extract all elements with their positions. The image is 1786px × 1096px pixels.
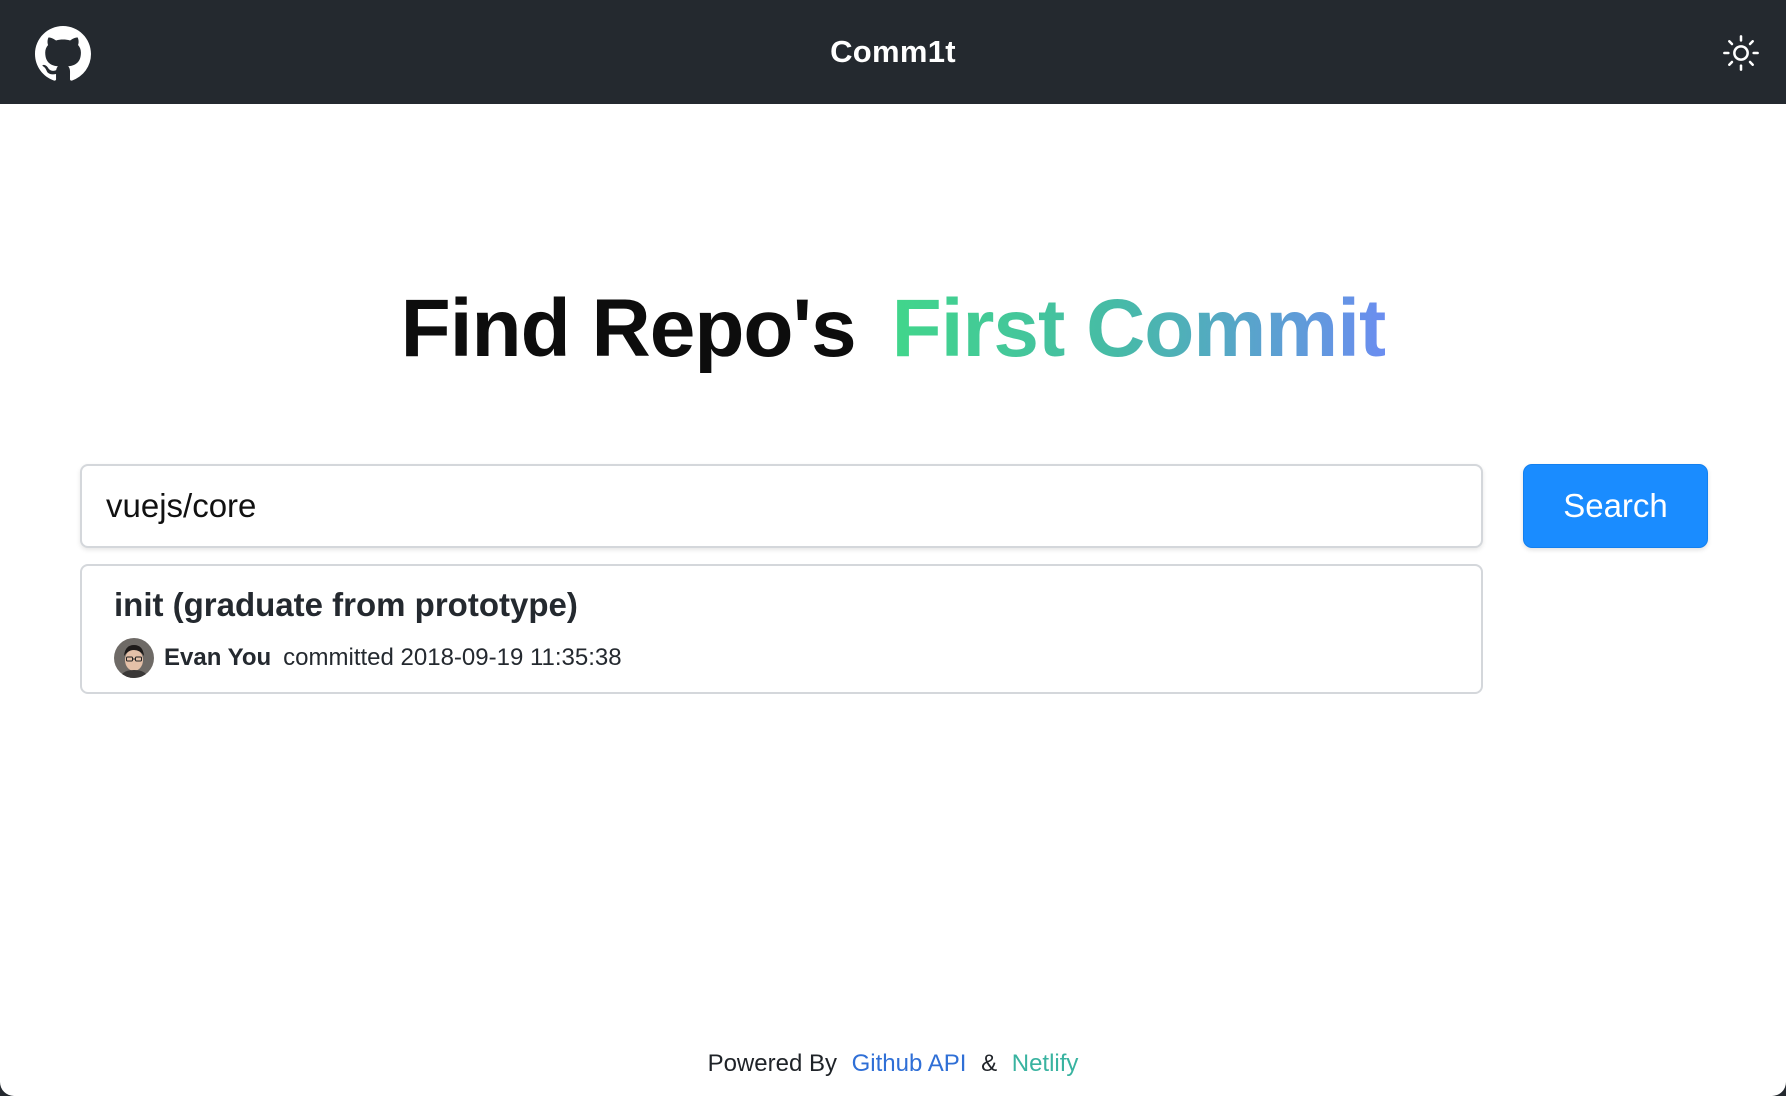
brand-title: Comm1t (830, 34, 956, 69)
github-logo-svg (35, 26, 91, 81)
netlify-link[interactable]: Netlify (1012, 1050, 1079, 1077)
footer-powered-by: Powered By (707, 1050, 837, 1077)
sun-icon (1723, 35, 1759, 71)
github-icon[interactable] (35, 26, 91, 82)
hero-title: Find Repo's First Commit (0, 274, 1786, 384)
repo-search-input[interactable] (80, 464, 1483, 548)
github-api-link[interactable]: Github API (852, 1050, 967, 1077)
footer-ampersand: & (981, 1050, 998, 1077)
commit-meta: Evan You committed 2018-09-19 11:35:38 (114, 638, 622, 678)
footer: Powered By Github API & Netlify (0, 1050, 1786, 1086)
hero-title-highlight: First Commit (891, 283, 1387, 374)
commit-author: Evan You (164, 644, 272, 671)
search-button[interactable]: Search (1523, 464, 1708, 548)
avatar-image (114, 638, 154, 678)
commit-message: init (graduate from prototype) (114, 586, 578, 623)
author-avatar (114, 638, 154, 678)
commit-result-card[interactable]: init (graduate from prototype) Evan You … (80, 564, 1483, 694)
navbar: Comm1t (0, 0, 1786, 104)
theme-toggle-button[interactable] (1722, 34, 1760, 72)
app-window: Comm1t Find Repo's First Commit Search in… (0, 0, 1786, 1096)
commit-date: committed 2018-09-19 11:35:38 (283, 644, 622, 671)
hero-title-plain: Find Repo's (400, 283, 857, 374)
